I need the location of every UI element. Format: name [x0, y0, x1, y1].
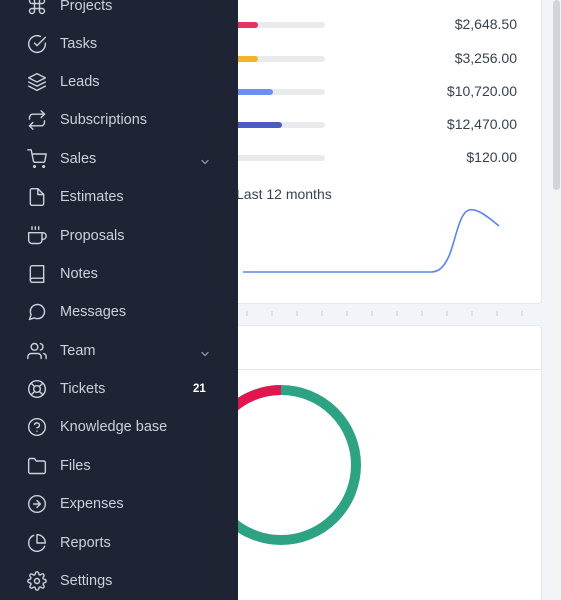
coffee-icon — [27, 226, 47, 246]
command-icon — [27, 0, 47, 16]
sidebar-item-tickets[interactable]: Tickets 21 — [0, 370, 238, 408]
sidebar-item-messages[interactable]: Messages — [0, 293, 238, 331]
sidebar-item-files[interactable]: Files — [0, 447, 238, 485]
divider-tick — [496, 311, 498, 316]
divider-tick — [446, 311, 448, 316]
divider-tick — [321, 311, 323, 316]
invoice-amount: $10,720.00 — [446, 83, 517, 99]
sidebar-item-label: Team — [60, 343, 96, 359]
sidebar-item-label: Projects — [60, 0, 113, 14]
sidebar-item-notes[interactable]: Notes — [0, 255, 238, 293]
tickets-count-badge: 21 — [193, 383, 206, 395]
chevron-down-icon[interactable] — [200, 346, 210, 357]
invoice-amount: $2,648.50 — [454, 16, 517, 32]
divider-tick — [396, 311, 398, 316]
life-buoy-icon — [27, 379, 47, 399]
sidebar-item-label: Estimates — [60, 189, 124, 205]
sidebar-item-reports[interactable]: Reports — [0, 524, 238, 562]
trend-series-line — [243, 208, 500, 273]
book-icon — [27, 264, 47, 284]
sidebar-item-label: Notes — [60, 266, 98, 282]
donut-chart — [201, 385, 361, 545]
sidebar-item-label: Reports — [60, 535, 111, 551]
sidebar-item-label: Settings — [60, 573, 113, 589]
sidebar-item-label: Proposals — [60, 228, 125, 244]
arrow-right-circle-icon — [27, 494, 47, 514]
invoices-card: $2,648.50 $3,256.00 $10,720.00 $12,470.0… — [200, 0, 542, 304]
sidebar-item-proposals[interactable]: Proposals — [0, 217, 238, 255]
check-circle-icon — [27, 34, 47, 54]
sidebar-item-estimates[interactable]: Estimates — [0, 178, 238, 216]
sidebar-item-label: Knowledge base — [60, 419, 168, 435]
sidebar-item-label: Files — [60, 458, 91, 474]
scrollbar-thumb[interactable] — [553, 0, 560, 190]
invoice-amount: $12,470.00 — [446, 116, 517, 132]
chevron-down-icon[interactable] — [200, 154, 210, 165]
sidebar-item-knowledge-base[interactable]: Knowledge base — [0, 408, 238, 446]
divider-tick — [421, 311, 423, 316]
sidebar-item-label: Leads — [60, 74, 100, 90]
sidebar-item-label: Subscriptions — [60, 112, 148, 128]
invoice-amount: $3,256.00 — [454, 50, 517, 66]
trend-line-chart — [243, 208, 500, 273]
invoice-row[interactable]: $120.00 — [201, 149, 543, 169]
sidebar: Projects Tasks Leads Subscriptions Sales… — [0, 0, 238, 600]
layers-icon — [27, 72, 47, 92]
sidebar-item-subscriptions[interactable]: Subscriptions — [0, 101, 238, 139]
folder-icon — [27, 456, 47, 476]
invoice-row[interactable]: $2,648.50 — [201, 16, 543, 36]
divider-tick — [521, 311, 523, 316]
pie-chart-icon — [27, 533, 47, 553]
invoice-row[interactable]: $3,256.00 — [201, 50, 543, 70]
sidebar-item-label: Messages — [60, 304, 127, 320]
invoice-row[interactable]: $12,470.00 — [201, 116, 543, 136]
sidebar-item-settings[interactable]: Settings — [0, 562, 238, 600]
sidebar-item-expenses[interactable]: Expenses — [0, 485, 238, 523]
donut-segment-accent — [230, 385, 282, 411]
divider-tick — [246, 311, 248, 316]
section-divider — [238, 311, 528, 317]
invoice-amount: $120.00 — [466, 149, 517, 165]
sidebar-item-sales[interactable]: Sales — [0, 140, 238, 178]
divider-tick — [346, 311, 348, 316]
file-icon — [27, 187, 47, 207]
gear-icon — [27, 571, 47, 591]
users-icon — [27, 341, 47, 361]
sidebar-item-leads[interactable]: Leads — [0, 63, 238, 101]
status-donut-card — [200, 325, 542, 600]
sidebar-item-label: Expenses — [60, 496, 124, 512]
sidebar-item-label: Tickets — [60, 381, 106, 397]
sidebar-item-label: Sales — [60, 151, 97, 167]
sidebar-item-tasks[interactable]: Tasks — [0, 25, 238, 63]
help-circle-icon — [27, 417, 47, 437]
invoice-row[interactable]: $10,720.00 — [201, 83, 543, 103]
divider-tick — [371, 311, 373, 316]
sidebar-item-label: Tasks — [60, 36, 98, 52]
sidebar-item-projects[interactable]: Projects — [0, 0, 238, 25]
message-circle-icon — [27, 302, 47, 322]
chart-caption: Last 12 months — [236, 186, 332, 202]
repeat-icon — [27, 110, 47, 130]
sidebar-item-team[interactable]: Team — [0, 332, 238, 370]
cart-icon — [27, 149, 47, 169]
divider-tick — [296, 311, 298, 316]
divider-tick — [271, 311, 273, 316]
divider-tick — [471, 311, 473, 316]
page-scrollbar[interactable] — [551, 0, 561, 600]
